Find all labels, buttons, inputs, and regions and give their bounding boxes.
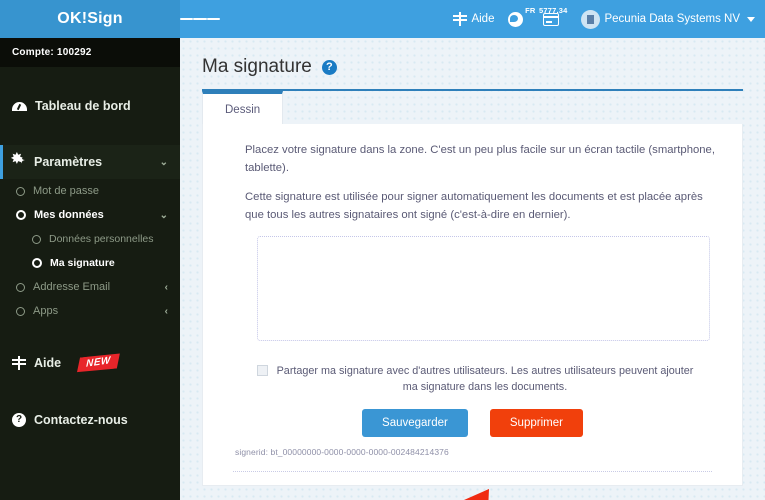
sidebar-item-tableau-de-bord[interactable]: Tableau de bord [0,89,180,123]
instruction-paragraph-1: Placez votre signature dans la zone. C'e… [245,144,715,174]
gear-icon [11,151,26,169]
annotation-arrow-icon [464,489,489,500]
page-title: Ma signature [202,56,312,77]
tab-label: Dessin [225,104,261,116]
signpost-icon [12,356,26,370]
sidebar-item-contactez-nous[interactable]: ? Contactez-nous [0,403,180,437]
action-buttons: Sauvegarder Supprimer [223,409,722,438]
sidebar-item-donnees-personnelles[interactable]: Données personnelles [0,227,180,251]
sidebar-item-mot-de-passe[interactable]: Mot de passe [0,179,180,203]
sidebar-item-parametres[interactable]: Paramètres ⌄ [0,145,180,179]
sidebar-item-label: Données personnelles [49,233,154,245]
circle-icon [16,282,25,292]
top-navigation-bar: OK!Sign Aide FR 5777.34 Pecunia Data Sys… [0,0,765,38]
chevron-down-icon: ⌄ [159,209,168,221]
globe-icon [508,11,524,27]
hamburger-bar-3 [206,18,220,20]
help-menu-label: Aide [471,13,495,25]
circle-icon [16,186,25,196]
sidebar-item-label: Paramètres [34,155,103,169]
hamburger-bar-1 [180,18,194,20]
tab-bar: Dessin [202,91,743,124]
hamburger-icon[interactable] [180,0,220,38]
sidebar-item-label: Mot de passe [33,185,100,197]
sidebar-spacer-mid [0,123,180,145]
sidebar-item-label: Tableau de bord [35,99,131,113]
signpost-icon [453,12,468,26]
account-number: Compte: 100292 [0,38,180,67]
application-window: OK!Sign Aide FR 5777.34 Pecunia Data Sys… [0,0,765,500]
hamburger-bar-2 [193,18,207,20]
sidebar-spacer-lower [0,323,180,345]
delete-button[interactable]: Supprimer [489,409,583,438]
share-signature-row: Partager ma signature avec d'autres util… [257,363,694,395]
sidebar-item-label: Ma signature [50,257,115,269]
sidebar-item-addresse-email[interactable]: Addresse Email ‹ [0,275,180,299]
balance-indicator[interactable]: 5777.34 [539,6,567,26]
sidebar-spacer-top [0,67,180,89]
sidebar-item-mes-donnees[interactable]: Mes données ⌄ [0,203,180,227]
dashboard-icon [12,100,27,113]
share-signature-checkbox[interactable] [257,365,268,376]
chevron-down-icon [747,16,755,22]
sidebar-item-label: Mes données [34,209,104,221]
sidebar-spacer-bottom [0,381,180,403]
sidebar-item-apps[interactable]: Apps ‹ [0,299,180,323]
balance-amount: 5777.34 [538,5,568,15]
chevron-left-icon: ‹ [164,281,168,293]
sidebar-item-label: Apps [33,305,59,317]
sidebar: Compte: 100292 Tableau de bord Paramètre… [0,38,180,500]
signer-id-text: signerid: bt_00000000-0000-0000-0000-002… [235,447,449,458]
save-button[interactable]: Sauvegarder [362,409,468,438]
sidebar-item-aide[interactable]: Aide NEW [0,345,180,381]
sidebar-item-ma-signature[interactable]: Ma signature [0,251,180,275]
circle-icon [16,306,25,316]
top-bar-actions: Aide FR 5777.34 Pecunia Data Systems NV [453,0,765,38]
circle-icon [32,258,42,268]
language-selector[interactable]: FR [508,6,535,27]
help-menu-button[interactable]: Aide [453,12,494,26]
tab-dessin[interactable]: Dessin [202,91,284,124]
chevron-left-icon: ‹ [164,305,168,317]
main-content: Ma signature ? Dessin Placez votre signa… [180,38,765,500]
question-icon: ? [12,413,26,427]
organization-name: Pecunia Data Systems NV [604,13,740,25]
circle-icon [32,234,41,244]
sidebar-item-label: Contactez-nous [34,413,128,427]
signature-panel: Placez votre signature dans la zone. C'e… [202,124,743,500]
circle-icon [16,210,26,220]
new-badge: NEW [77,352,120,374]
sidebar-item-label: Addresse Email [33,281,111,293]
panel-divider [233,471,712,473]
question-mark-icon[interactable]: ? [321,59,337,75]
language-code: FR [525,5,536,15]
building-icon [581,9,601,29]
share-signature-label: Partager ma signature avec d'autres util… [276,365,694,394]
organization-menu[interactable]: Pecunia Data Systems NV [581,9,755,29]
signature-drawing-area[interactable] [257,236,710,341]
brand-label: OK!Sign [57,10,123,27]
page-header: Ma signature ? [180,38,765,78]
instruction-paragraph-2: Cette signature est utilisée pour signer… [245,191,703,221]
sidebar-item-label: Aide [34,356,62,370]
chevron-down-icon: ⌄ [159,156,168,168]
brand-logo[interactable]: OK!Sign [0,0,180,38]
